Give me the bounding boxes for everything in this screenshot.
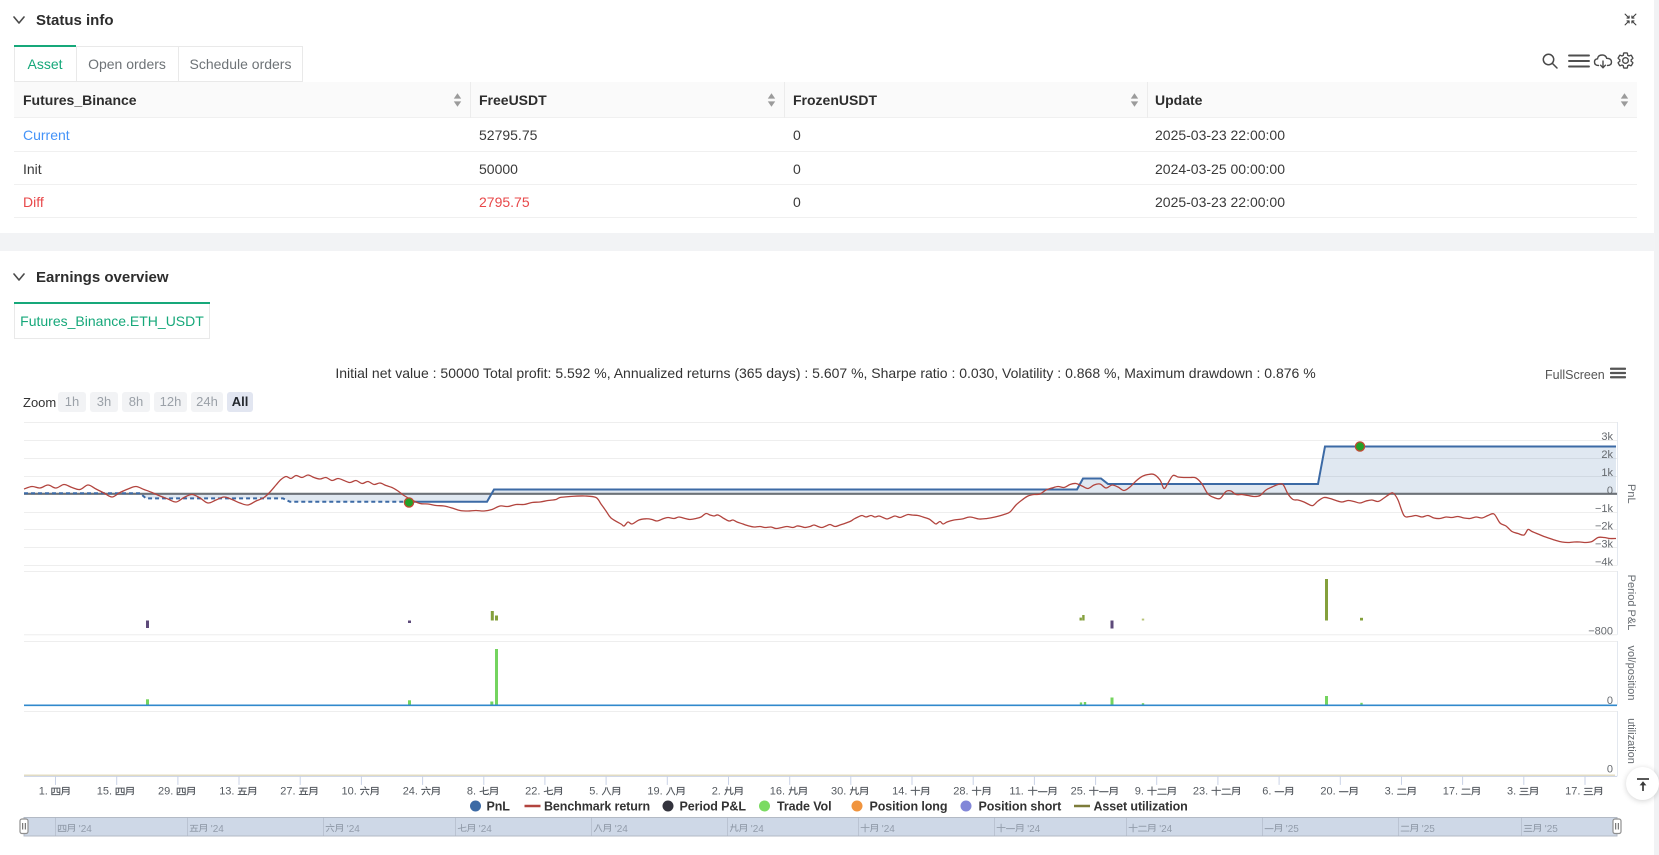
svg-text:24.: 24.	[403, 785, 418, 797]
svg-text:2.: 2.	[712, 785, 721, 797]
svg-text:−800: −800	[1588, 626, 1613, 638]
svg-text:1.: 1.	[39, 785, 48, 797]
svg-text:3.: 3.	[1507, 785, 1516, 797]
svg-text:0: 0	[1607, 695, 1613, 707]
svg-text:Period P&L: Period P&L	[680, 800, 747, 814]
svg-text:'25: '25	[1545, 824, 1558, 835]
svg-text:6.: 6.	[1262, 785, 1271, 797]
svg-text:Trade Vol: Trade Vol	[777, 800, 831, 814]
svg-text:utilization: utilization	[1625, 718, 1637, 764]
svg-text:15.: 15.	[97, 785, 112, 797]
svg-text:3k: 3k	[1601, 431, 1613, 443]
svg-text:Period P&L: Period P&L	[1625, 575, 1637, 631]
svg-text:PnL: PnL	[1625, 484, 1637, 504]
svg-text:14.: 14.	[892, 785, 907, 797]
svg-text:5.: 5.	[589, 785, 598, 797]
svg-text:23.: 23.	[1193, 785, 1208, 797]
svg-text:Position long: Position long	[870, 800, 948, 814]
svg-text:'24: '24	[615, 824, 628, 835]
svg-text:'24: '24	[479, 824, 492, 835]
svg-text:'24: '24	[882, 824, 895, 835]
svg-text:−3k: −3k	[1595, 539, 1614, 551]
svg-text:17.: 17.	[1565, 785, 1580, 797]
svg-text:−4k: −4k	[1595, 557, 1614, 569]
svg-text:'24: '24	[347, 824, 360, 835]
svg-text:PnL: PnL	[487, 800, 511, 814]
svg-text:'25: '25	[1422, 824, 1435, 835]
svg-text:2k: 2k	[1601, 449, 1613, 461]
svg-text:29.: 29.	[158, 785, 173, 797]
svg-text:−1k: −1k	[1595, 503, 1614, 515]
svg-text:16.: 16.	[770, 785, 785, 797]
svg-text:'24: '24	[1027, 824, 1040, 835]
svg-text:Asset utilization: Asset utilization	[1094, 800, 1188, 814]
svg-text:10.: 10.	[342, 785, 357, 797]
svg-text:Position short: Position short	[979, 800, 1063, 814]
svg-text:0: 0	[1607, 764, 1613, 776]
svg-text:30.: 30.	[831, 785, 846, 797]
svg-text:'24: '24	[79, 824, 92, 835]
svg-text:20.: 20.	[1320, 785, 1335, 797]
svg-text:'24: '24	[211, 824, 224, 835]
svg-text:8.: 8.	[467, 785, 476, 797]
svg-text:'24: '24	[751, 824, 764, 835]
svg-text:3.: 3.	[1385, 785, 1394, 797]
svg-text:'25: '25	[1286, 824, 1299, 835]
svg-text:vol/position: vol/position	[1625, 645, 1637, 700]
svg-text:Benchmark return: Benchmark return	[544, 800, 650, 814]
svg-text:17.: 17.	[1443, 785, 1458, 797]
svg-text:22.: 22.	[525, 785, 540, 797]
svg-text:27.: 27.	[280, 785, 295, 797]
svg-text:13.: 13.	[219, 785, 234, 797]
svg-text:−2k: −2k	[1595, 521, 1614, 533]
svg-text:28.: 28.	[953, 785, 968, 797]
svg-text:25.: 25.	[1071, 785, 1086, 797]
svg-text:0: 0	[1607, 485, 1613, 497]
svg-text:9.: 9.	[1135, 785, 1144, 797]
svg-text:11.: 11.	[1009, 785, 1023, 797]
svg-text:'24: '24	[1159, 824, 1172, 835]
svg-text:1k: 1k	[1601, 467, 1613, 479]
svg-text:19.: 19.	[647, 785, 662, 797]
